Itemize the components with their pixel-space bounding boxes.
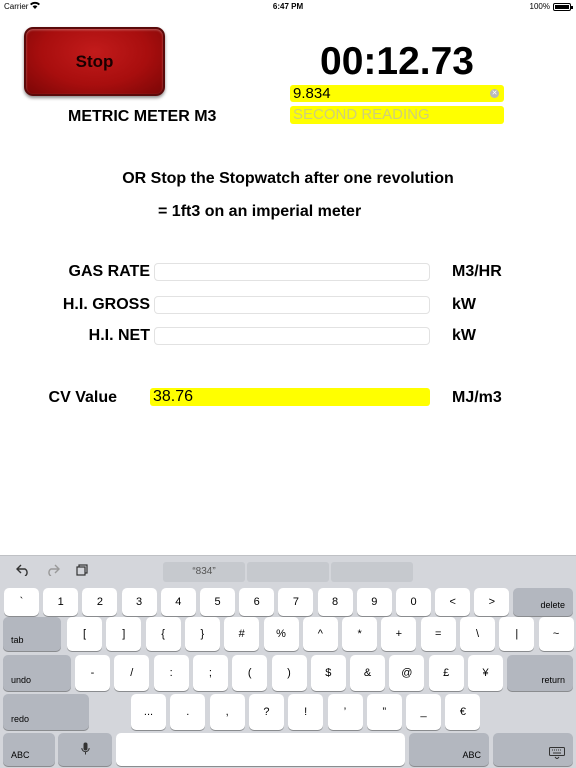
hi-gross-unit: kW <box>452 296 476 313</box>
second-reading-field[interactable]: SECOND READING <box>290 106 504 124</box>
symbol-key[interactable]: / <box>114 655 150 691</box>
first-reading-field[interactable]: 9.834 ✕ <box>290 85 504 102</box>
space-key[interactable] <box>116 733 405 766</box>
symbol-key[interactable]: > <box>474 588 510 616</box>
symbol-key[interactable]: & <box>350 655 386 691</box>
hi-gross-field[interactable] <box>154 296 430 314</box>
stop-button[interactable]: Stop <box>24 27 165 96</box>
meter-type-label: METRIC METER M3 <box>68 108 217 125</box>
symbol-key[interactable]: 3 <box>121 588 157 616</box>
symbol-key[interactable]: ¥ <box>468 655 503 691</box>
delete-key[interactable]: delete <box>513 588 573 616</box>
symbol-key[interactable]: - <box>75 655 110 691</box>
undo-arrow-icon[interactable] <box>16 563 30 579</box>
symbol-key[interactable]: ` <box>4 588 39 616</box>
symbol-key[interactable]: 2 <box>82 588 118 616</box>
symbol-key[interactable]: | <box>499 617 535 651</box>
cv-value-label: CV Value <box>48 389 117 406</box>
symbol-key[interactable]: € <box>445 694 481 730</box>
symbol-key[interactable]: _ <box>406 694 442 730</box>
stopwatch-display: 00:12.73 <box>320 40 474 83</box>
symbol-key[interactable]: 4 <box>160 588 196 616</box>
return-key[interactable]: return <box>507 655 573 691</box>
symbol-key[interactable]: 5 <box>200 588 235 616</box>
clear-icon[interactable]: ✕ <box>490 89 499 98</box>
symbol-key[interactable]: ( <box>232 655 268 691</box>
suggestion-1[interactable]: “834” <box>163 562 245 582</box>
symbol-key[interactable]: < <box>435 588 471 616</box>
symbol-key[interactable]: ” <box>366 694 402 730</box>
symbol-key[interactable]: ... <box>131 694 166 730</box>
symbol-key[interactable]: * <box>342 617 378 651</box>
symbol-key[interactable]: \ <box>460 617 495 651</box>
symbol-key[interactable]: { <box>145 617 181 651</box>
keyboard-dismiss-key[interactable] <box>493 733 573 766</box>
abc-key-right[interactable]: ABC <box>409 733 489 766</box>
hi-net-label: H.I. NET <box>88 327 150 344</box>
symbol-key[interactable]: = <box>420 617 456 651</box>
redo-key[interactable]: redo <box>3 694 89 730</box>
symbol-key[interactable]: ! <box>288 694 324 730</box>
battery-percent: 100% <box>529 2 550 11</box>
symbol-key[interactable]: + <box>381 617 417 651</box>
status-bar: Carrier 6:47 PM 100% <box>0 0 576 14</box>
symbol-key[interactable]: [ <box>67 617 102 651</box>
suggestion-3[interactable] <box>331 562 413 582</box>
keyboard-assistant-bar: “834” <box>0 556 576 586</box>
symbol-key[interactable]: 1 <box>43 588 79 616</box>
symbol-key[interactable]: 0 <box>396 588 431 616</box>
keyboard-dismiss-icon <box>549 747 565 761</box>
symbol-key[interactable]: , <box>209 694 245 730</box>
symbol-key[interactable]: ] <box>106 617 142 651</box>
symbol-key[interactable]: 6 <box>239 588 275 616</box>
symbol-key[interactable]: : <box>153 655 189 691</box>
symbol-key[interactable]: ^ <box>302 617 338 651</box>
gas-rate-field[interactable] <box>154 263 430 281</box>
hi-net-field[interactable] <box>154 327 430 345</box>
undo-key[interactable]: undo <box>3 655 71 691</box>
symbol-key[interactable]: # <box>224 617 260 651</box>
tab-key[interactable]: tab <box>3 617 61 651</box>
cv-unit: MJ/m3 <box>452 389 502 406</box>
cv-value-field[interactable]: 38.76 <box>150 388 430 406</box>
redo-arrow-icon[interactable] <box>46 563 60 579</box>
clipboard-icon[interactable] <box>76 563 88 579</box>
status-time: 6:47 PM <box>272 2 304 11</box>
instruction-line-1: OR Stop the Stopwatch after one revoluti… <box>122 170 454 187</box>
symbol-key[interactable]: ? <box>248 694 284 730</box>
second-reading-placeholder: SECOND READING <box>293 106 430 123</box>
abc-key-left[interactable]: ABC <box>3 733 55 766</box>
dictation-key[interactable] <box>58 733 112 766</box>
hi-gross-label: H.I. GROSS <box>62 296 150 313</box>
cv-value-text: 38.76 <box>153 388 194 405</box>
symbol-key[interactable]: ; <box>192 655 228 691</box>
symbol-key[interactable]: 9 <box>356 588 392 616</box>
symbol-key[interactable]: ) <box>271 655 307 691</box>
gas-rate-unit: M3/HR <box>452 263 502 280</box>
symbol-key[interactable]: 7 <box>278 588 314 616</box>
instruction-line-2: = 1ft3 on an imperial meter <box>158 203 362 220</box>
symbol-key[interactable]: ~ <box>538 617 574 651</box>
symbol-key[interactable]: 8 <box>317 588 353 616</box>
symbol-key[interactable]: . <box>170 694 206 730</box>
stop-button-label: Stop <box>75 51 114 71</box>
symbol-key[interactable]: @ <box>389 655 425 691</box>
keyboard: “834” ` 1 2 3 4 5 6 7 8 9 0 < > delete tab []{} #% ^ * +… <box>0 555 576 768</box>
first-reading-value: 9.834 <box>293 85 331 102</box>
symbol-key[interactable]: % <box>263 617 299 651</box>
microphone-icon <box>80 742 90 757</box>
hi-net-unit: kW <box>452 327 476 344</box>
suggestion-2[interactable] <box>247 562 329 582</box>
battery-icon <box>553 3 573 11</box>
symbol-key[interactable]: ’ <box>327 694 363 730</box>
symbol-key[interactable]: £ <box>428 655 464 691</box>
gas-rate-label: GAS RATE <box>68 263 150 280</box>
symbol-key[interactable]: $ <box>310 655 346 691</box>
symbol-key[interactable]: } <box>184 617 220 651</box>
